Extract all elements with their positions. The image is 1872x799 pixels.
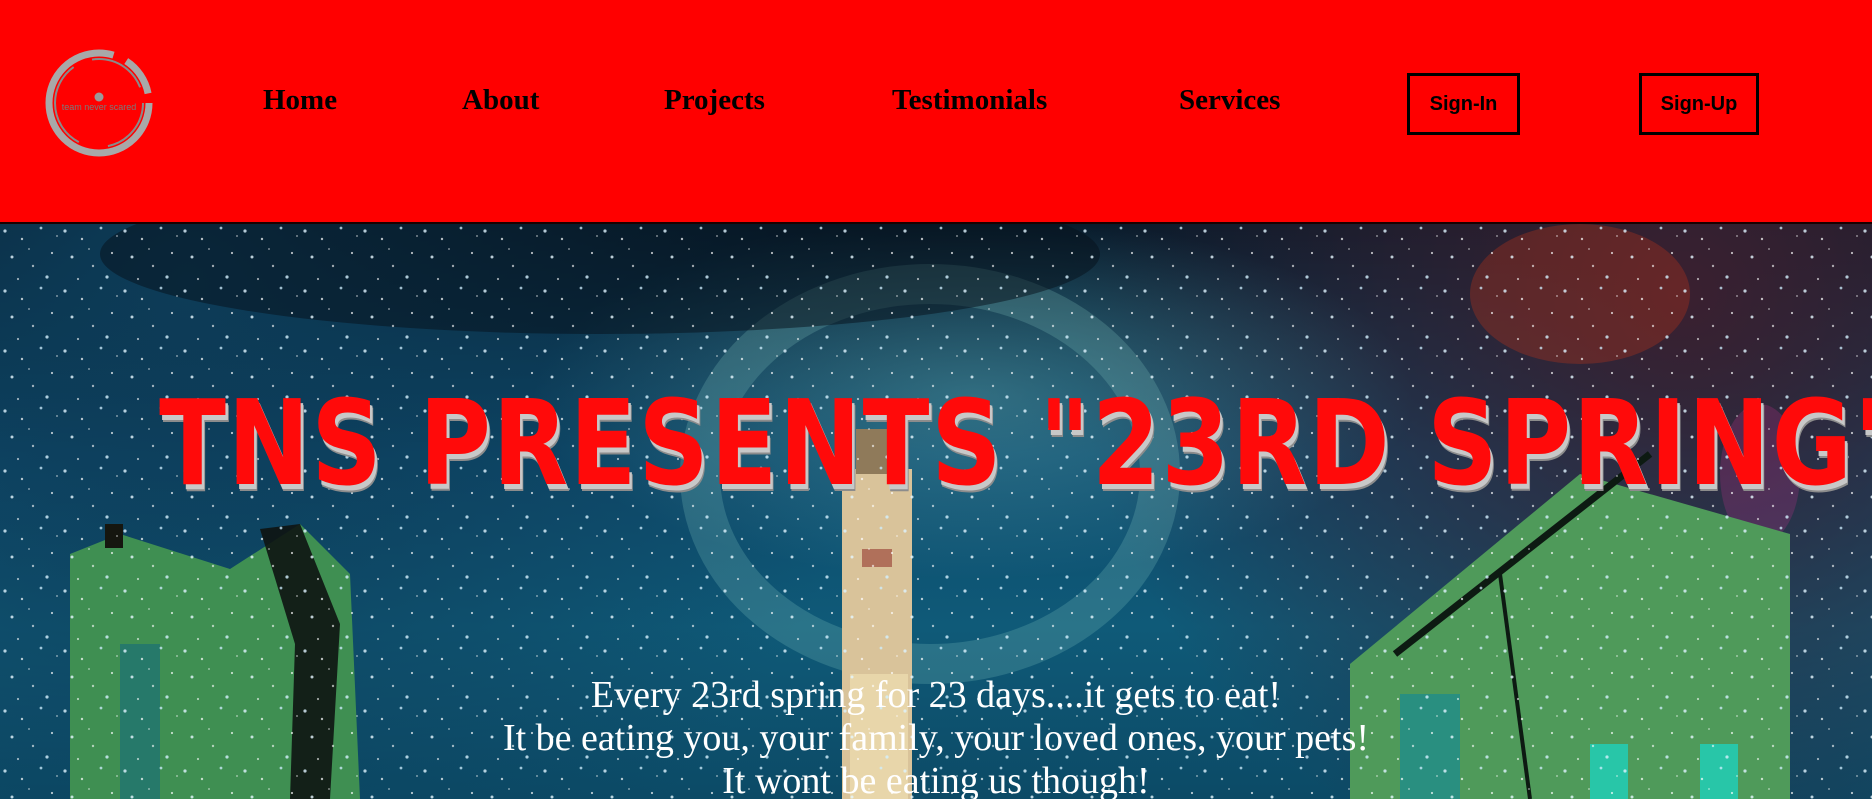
nav-services[interactable]: Services (1179, 84, 1280, 117)
hero-line-2: It be eating you, your family, your love… (502, 717, 1370, 759)
sign-in-button[interactable]: Sign-In (1407, 73, 1520, 135)
nav-home[interactable]: Home (263, 84, 337, 117)
hero-title: TNS PRESENTS "23RD SPRING" (159, 374, 1872, 512)
hero-tagline: Every 23rd spring for 23 days....it gets… (0, 674, 1872, 799)
hero-line-1: Every 23rd spring for 23 days....it gets… (590, 674, 1282, 716)
sign-up-button[interactable]: Sign-Up (1639, 73, 1759, 135)
nav-testimonials[interactable]: Testimonials (892, 84, 1047, 117)
nav-about[interactable]: About (462, 84, 539, 117)
hero-line-3: It wont be eating us though! (722, 760, 1150, 799)
hero-section: TNS PRESENTS "23RD SPRING" Every 23rd sp… (0, 224, 1872, 799)
site-header: team never scared Home About Projects Te… (0, 0, 1872, 224)
nav-projects[interactable]: Projects (664, 84, 765, 117)
logo[interactable]: team never scared (42, 46, 156, 160)
logo-text: team never scared (61, 102, 137, 112)
